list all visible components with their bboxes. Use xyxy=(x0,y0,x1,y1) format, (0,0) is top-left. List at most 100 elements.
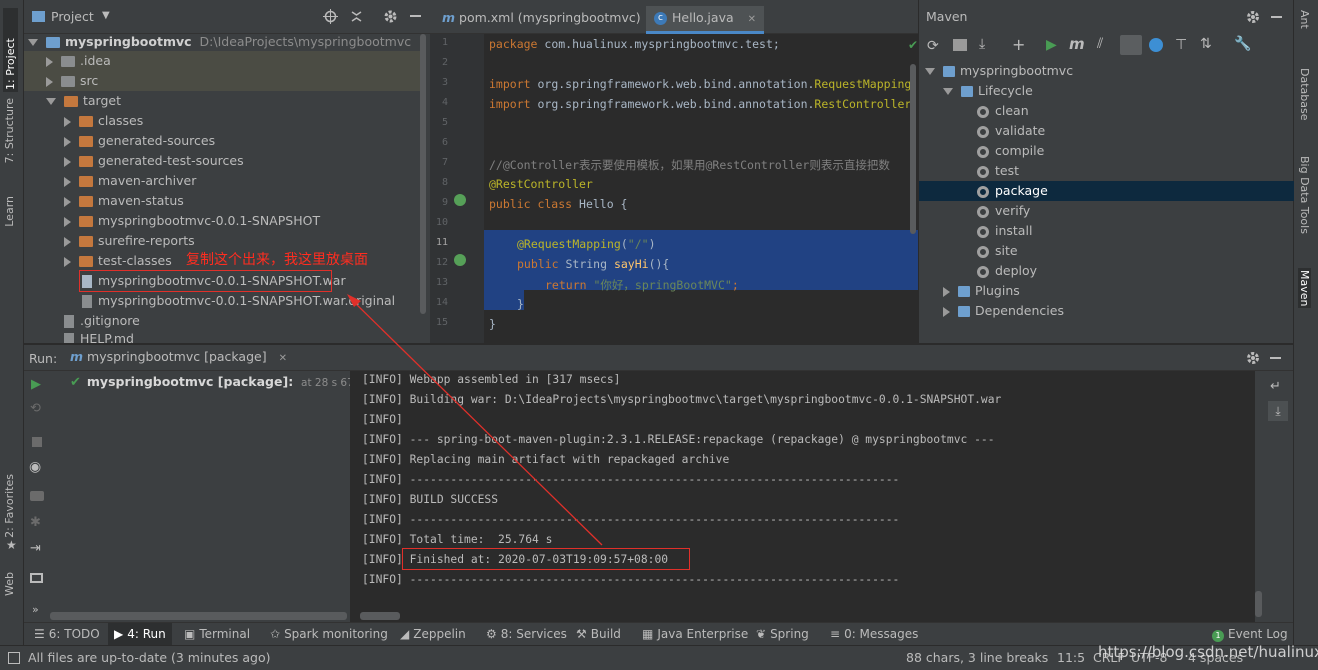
maven-phase-site[interactable]: site xyxy=(977,241,1018,261)
maven-lifecycle[interactable]: Lifecycle xyxy=(943,81,1033,101)
tab-spring[interactable]: ❦ Spring xyxy=(756,627,809,641)
tab-zeppelin[interactable]: ◢ Zeppelin xyxy=(400,627,466,641)
tab-learn[interactable]: Learn xyxy=(3,196,16,227)
reload-icon[interactable]: ⟳ xyxy=(927,38,939,54)
gear-icon[interactable] xyxy=(383,9,398,24)
eye-icon[interactable]: ◉ xyxy=(29,459,41,475)
tab-java-enterprise[interactable]: ▦ Java Enterprise xyxy=(642,627,748,641)
tree-item-maven-archiver[interactable]: maven-archiver xyxy=(64,171,196,191)
rerun-icon[interactable]: ▶ xyxy=(31,377,41,392)
layout-toggle-icon[interactable] xyxy=(8,652,20,664)
login-icon[interactable]: ⇥ xyxy=(30,541,41,556)
maven-phase-test[interactable]: test xyxy=(977,161,1019,181)
spring-bean-icon[interactable] xyxy=(454,194,466,206)
tab-label: pom.xml (myspringbootmvc) xyxy=(459,10,641,25)
minimize-icon[interactable] xyxy=(1270,357,1281,359)
status-message[interactable]: All files are up-to-date (3 minutes ago) xyxy=(28,650,271,665)
tree-item-snapshot-dir[interactable]: myspringbootmvc-0.0.1-SNAPSHOT xyxy=(64,211,320,231)
tab-favorites[interactable]: 2: Favorites xyxy=(3,474,16,538)
collapse-all-icon[interactable] xyxy=(349,9,364,24)
maven-phase-install[interactable]: install xyxy=(977,221,1032,241)
run-tree-scrollbar[interactable] xyxy=(50,612,347,620)
tree-item-idea[interactable]: .idea xyxy=(46,51,111,71)
close-icon[interactable]: ✕ xyxy=(748,14,756,25)
maven-phase-package[interactable]: package xyxy=(977,181,1048,201)
tab-structure[interactable]: 7: Structure xyxy=(3,98,16,163)
tree-item-test-classes[interactable]: test-classes xyxy=(64,251,172,271)
close-icon[interactable]: ✕ xyxy=(279,353,287,364)
maven-project-root[interactable]: myspringbootmvc xyxy=(925,61,1073,81)
tab-event-log[interactable]: 1 Event Log xyxy=(1212,627,1288,642)
tree-item-war-original[interactable]: myspringbootmvc-0.0.1-SNAPSHOT.war.origi… xyxy=(82,291,395,311)
tree-item-src[interactable]: src xyxy=(46,71,98,91)
maven-plugins[interactable]: Plugins xyxy=(943,281,1020,301)
tab-big-data-tools[interactable]: Big Data Tools xyxy=(1298,156,1311,234)
tree-item-generated-sources[interactable]: generated-sources xyxy=(64,131,215,151)
run-config-tab[interactable]: m myspringbootmvc [package] ✕ xyxy=(70,349,287,364)
wrench-icon[interactable]: 🔧 xyxy=(1234,36,1251,52)
code-editor[interactable]: ✔ package com.hualinux.myspringbootmvc.t… xyxy=(484,34,918,343)
tab-messages[interactable]: ≡ 0: Messages xyxy=(830,627,918,641)
tree-item-generated-test-sources[interactable]: generated-test-sources xyxy=(64,151,244,171)
run-tree-item[interactable]: ✔ myspringbootmvc [package]: at 28 s 674 … xyxy=(70,374,380,390)
minimize-icon[interactable] xyxy=(410,15,421,17)
scroll-to-end-icon[interactable]: ⤓ xyxy=(1268,401,1288,421)
tree-root[interactable]: myspringbootmvc D:\IdeaProjects\myspring… xyxy=(28,32,411,52)
skip-tests-icon[interactable] xyxy=(1120,35,1142,55)
layout-icon[interactable] xyxy=(30,573,43,583)
tab-ant[interactable]: Ant xyxy=(1298,10,1311,29)
tree-item-gitignore[interactable]: .gitignore xyxy=(64,311,140,331)
tab-build[interactable]: ⚒ Build xyxy=(576,627,621,641)
maven-dependencies[interactable]: Dependencies xyxy=(943,301,1064,321)
console-vscrollbar[interactable] xyxy=(1255,591,1262,617)
console-output[interactable]: [INFO] Webapp assembled in [317 msecs] [… xyxy=(350,371,1255,622)
maven-phase-deploy[interactable]: deploy xyxy=(977,261,1037,281)
tab-database[interactable]: Database xyxy=(1298,68,1311,121)
run-icon[interactable]: ▶ xyxy=(1046,37,1057,53)
minimize-icon[interactable] xyxy=(1271,16,1282,18)
download-icon[interactable]: ⤓ xyxy=(979,36,985,52)
tab-run[interactable]: ▶ 4: Run xyxy=(114,627,166,641)
camera-icon[interactable] xyxy=(30,491,44,501)
project-scrollbar[interactable] xyxy=(420,34,426,314)
maven-phase-validate[interactable]: validate xyxy=(977,121,1045,141)
tree-item-target[interactable]: target xyxy=(46,91,121,111)
tree-item-help[interactable]: HELP.md xyxy=(64,331,134,343)
locate-icon[interactable] xyxy=(323,9,338,24)
collapse-icon[interactable]: ⇅ xyxy=(1200,36,1212,52)
maven-goal-icon[interactable]: m xyxy=(1069,35,1085,53)
tree-item-surefire-reports[interactable]: surefire-reports xyxy=(64,231,195,251)
console-hscrollbar[interactable] xyxy=(360,612,400,620)
toggle-offline-icon[interactable]: ⫽ xyxy=(1097,36,1103,52)
tab-maven[interactable]: Maven xyxy=(1298,268,1311,309)
gear-icon[interactable] xyxy=(1246,351,1260,365)
tab-pom-xml[interactable]: m pom.xml (myspringbootmvc) xyxy=(434,6,649,30)
status-position[interactable]: 11:5 xyxy=(1057,650,1085,665)
stop-icon[interactable] xyxy=(32,437,42,447)
project-title[interactable]: Project xyxy=(51,9,94,24)
folder-reload-icon[interactable] xyxy=(953,39,967,51)
show-dependencies-icon[interactable]: ⊤ xyxy=(1175,37,1187,53)
plus-icon[interactable]: + xyxy=(1012,35,1025,54)
tab-web[interactable]: Web xyxy=(3,572,16,596)
more-icon[interactable]: » xyxy=(32,603,39,616)
tab-project[interactable]: 1: Project xyxy=(3,8,18,92)
tab-spark-monitoring[interactable]: ✩ Spark monitoring xyxy=(270,627,388,641)
chevron-down-icon[interactable]: ▼ xyxy=(102,10,110,21)
maven-phase-verify[interactable]: verify xyxy=(977,201,1030,221)
tree-item-classes[interactable]: classes xyxy=(64,111,143,131)
spring-mapping-icon[interactable] xyxy=(454,254,466,266)
threads-icon[interactable] xyxy=(1149,38,1163,52)
tab-hello-java[interactable]: c Hello.java ✕ xyxy=(646,6,765,34)
maven-phase-compile[interactable]: compile xyxy=(977,141,1044,161)
maven-phase-clean[interactable]: clean xyxy=(977,101,1029,121)
soft-wrap-icon[interactable]: ↵ xyxy=(1270,379,1281,394)
tab-todo[interactable]: ☰ 6: TODO xyxy=(34,627,100,641)
toggle-tree-icon[interactable]: ⟲ xyxy=(30,401,41,416)
tab-services[interactable]: ⚙ 8: Services xyxy=(486,627,567,641)
tree-item-maven-status[interactable]: maven-status xyxy=(64,191,184,211)
settings-small-icon[interactable]: ✱ xyxy=(30,515,41,530)
editor-scrollbar[interactable] xyxy=(910,64,916,234)
gear-icon[interactable] xyxy=(1246,10,1260,24)
tab-terminal[interactable]: ▣ Terminal xyxy=(184,627,250,641)
